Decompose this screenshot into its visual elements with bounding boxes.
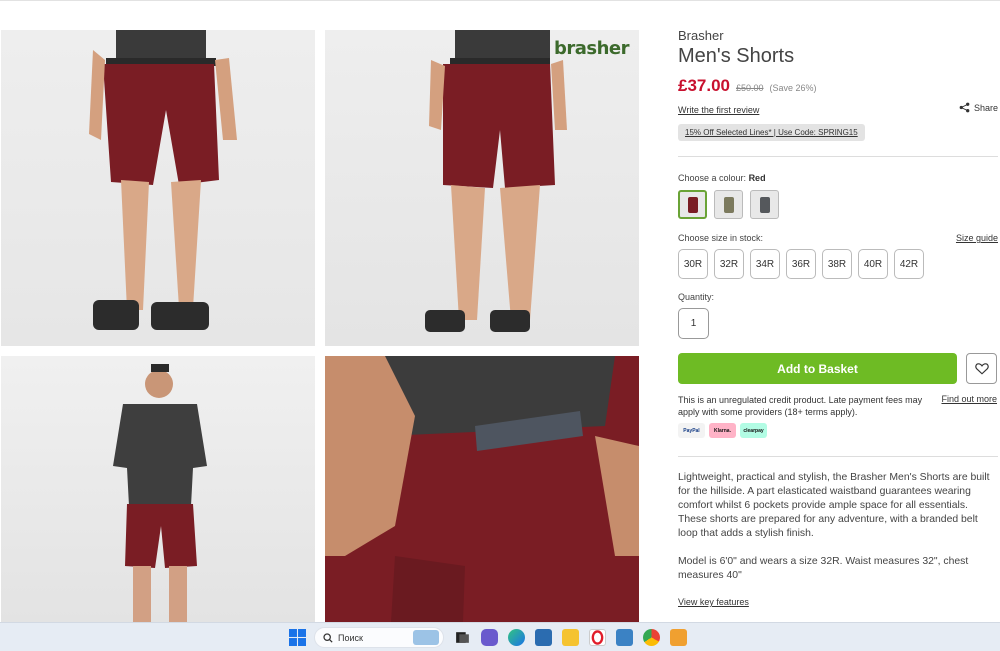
size-option-30r[interactable]: 30R xyxy=(678,249,708,279)
size-guide-link[interactable]: Size guide xyxy=(956,233,998,243)
klarna-logo: Klarna. xyxy=(709,423,736,438)
colour-label: Choose a colour: Red xyxy=(678,173,766,183)
taskbar-search[interactable]: Поиск xyxy=(314,627,444,648)
wishlist-button[interactable] xyxy=(966,353,997,384)
taskbar: Поиск xyxy=(0,622,1000,651)
find-out-more-link[interactable]: Find out more xyxy=(941,394,997,404)
payment-providers: PayPal Klarna. clearpay xyxy=(678,423,767,438)
size-option-38r[interactable]: 38R xyxy=(822,249,852,279)
search-placeholder: Поиск xyxy=(338,632,363,643)
swatch-grey[interactable] xyxy=(750,190,779,219)
promo-code-badge[interactable]: 15% Off Selected Lines* | Use Code: SPRI… xyxy=(678,124,865,141)
divider xyxy=(678,456,998,457)
chat-icon[interactable] xyxy=(481,629,498,646)
notepad-icon[interactable] xyxy=(616,629,633,646)
colour-swatches xyxy=(678,190,779,219)
product-description: Lightweight, practical and stylish, the … xyxy=(678,472,990,539)
was-price: £50.00 xyxy=(736,83,764,93)
search-highlight-icon xyxy=(413,630,439,645)
share-label: Share xyxy=(973,102,998,113)
add-to-basket-button[interactable]: Add to Basket xyxy=(678,353,957,384)
brand-watermark: brasher xyxy=(553,38,630,59)
quantity-label: Quantity: xyxy=(678,292,715,302)
share-button[interactable]: Share xyxy=(959,102,998,113)
size-label: Choose size in stock: xyxy=(678,233,764,243)
product-image-back[interactable]: brasher xyxy=(325,30,639,346)
view-key-features-link[interactable]: View key features xyxy=(678,597,749,607)
swatch-khaki-preview xyxy=(723,196,734,213)
product-image-front[interactable] xyxy=(1,30,315,346)
size-options: 30R 32R 34R 36R 38R 40R 42R xyxy=(678,249,924,279)
heart-icon xyxy=(974,363,989,375)
swatch-red-preview xyxy=(687,196,698,213)
product-info-panel: Brasher Men's Shorts £37.00 £50.00 (Save… xyxy=(678,28,998,607)
size-option-32r[interactable]: 32R xyxy=(714,249,744,279)
paypal-logo: PayPal xyxy=(678,423,705,438)
edge-browser-icon[interactable] xyxy=(508,629,525,646)
swatch-red[interactable] xyxy=(678,190,707,219)
divider xyxy=(678,156,998,157)
model-info: Model is 6'0" and wears a size 32R. Wais… xyxy=(678,556,969,581)
search-icon xyxy=(323,632,333,643)
save-percentage: (Save 26%) xyxy=(769,83,817,93)
swatch-khaki[interactable] xyxy=(714,190,743,219)
selected-colour: Red xyxy=(748,173,766,183)
chrome-browser-icon[interactable] xyxy=(643,629,660,646)
clearpay-logo: clearpay xyxy=(740,423,767,438)
share-icon xyxy=(959,102,970,113)
quantity-input[interactable]: 1 xyxy=(678,308,709,339)
store-icon[interactable] xyxy=(535,629,552,646)
swatch-grey-preview xyxy=(759,196,770,213)
product-brand[interactable]: Brasher xyxy=(678,28,998,43)
top-divider xyxy=(0,0,1000,1)
task-view-icon[interactable] xyxy=(454,629,471,646)
colour-label-text: Choose a colour: xyxy=(678,173,747,183)
size-option-42r[interactable]: 42R xyxy=(894,249,924,279)
size-option-40r[interactable]: 40R xyxy=(858,249,888,279)
snipping-tool-icon[interactable] xyxy=(670,629,687,646)
product-title: Men's Shorts xyxy=(678,45,795,67)
credit-disclaimer: This is an unregulated credit product. L… xyxy=(678,395,923,417)
write-review-link[interactable]: Write the first review xyxy=(678,105,759,115)
file-explorer-icon[interactable] xyxy=(562,629,579,646)
windows-start-icon[interactable] xyxy=(289,629,306,646)
opera-browser-icon[interactable] xyxy=(589,629,606,646)
size-option-36r[interactable]: 36R xyxy=(786,249,816,279)
product-image-pocket-detail[interactable] xyxy=(325,356,639,622)
size-option-34r[interactable]: 34R xyxy=(750,249,780,279)
product-image-model[interactable] xyxy=(1,356,315,622)
current-price: £37.00 xyxy=(678,76,730,95)
price-row: £37.00 £50.00 (Save 26%) xyxy=(678,76,817,96)
